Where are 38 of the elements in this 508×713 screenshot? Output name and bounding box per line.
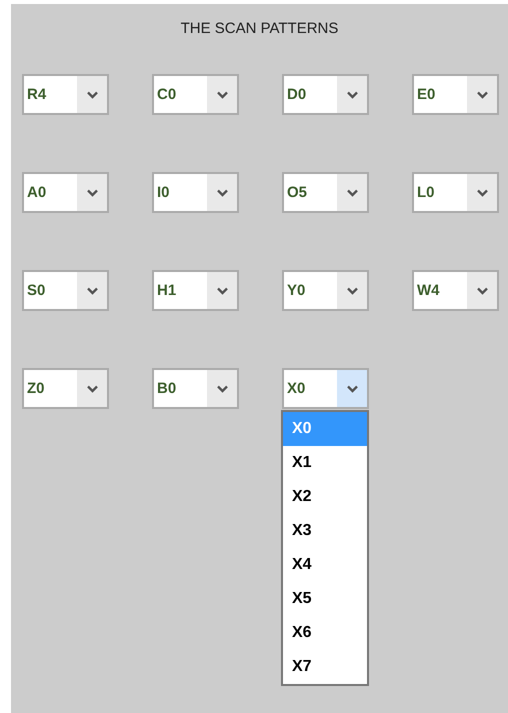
dropdown-option[interactable]: X3 [283, 514, 367, 548]
dropdown[interactable]: R4 [22, 74, 109, 115]
dropdown-option[interactable]: X6 [283, 616, 367, 650]
dropdown-option[interactable]: X7 [283, 650, 367, 684]
dropdown[interactable]: E0 [412, 74, 499, 115]
panel-title: THE SCAN PATTERNS [180, 19, 340, 39]
dropdown-option[interactable]: X2 [283, 480, 367, 514]
dropdown-option[interactable]: X4 [283, 548, 367, 582]
chevron-down-icon [216, 286, 228, 294]
chevron-down-icon [346, 90, 358, 98]
dropdown-option[interactable]: X5 [283, 582, 367, 616]
chevron-down-icon [476, 188, 488, 196]
chevron-down-icon [86, 188, 98, 196]
dropdown[interactable]: L0 [412, 172, 499, 213]
chevron-down-icon [86, 90, 98, 98]
chevron-down-icon [346, 384, 358, 392]
dropdown[interactable]: I0 [152, 172, 239, 213]
dropdown[interactable]: W4 [412, 270, 499, 311]
dropdown[interactable]: H1 [152, 270, 239, 311]
chevron-down-icon [86, 384, 98, 392]
dropdown[interactable]: Z0 [22, 368, 109, 409]
chevron-down-icon [476, 286, 488, 294]
chevron-down-icon [86, 286, 98, 294]
dropdown[interactable]: B0 [152, 368, 239, 409]
chevron-down-icon [216, 384, 228, 392]
dropdown[interactable]: Y0 [282, 270, 369, 311]
dropdown[interactable]: C0 [152, 74, 239, 115]
dropdown[interactable]: D0 [282, 74, 369, 115]
chevron-down-icon [216, 90, 228, 98]
dropdown[interactable]: S0 [22, 270, 109, 311]
chevron-down-icon [476, 90, 488, 98]
chevron-down-icon [346, 286, 358, 294]
chevron-down-icon [346, 188, 358, 196]
dropdown[interactable]: A0 [22, 172, 109, 213]
dropdown[interactable]: O5 [282, 172, 369, 213]
dropdown-option[interactable]: X1 [283, 446, 367, 480]
dropdown[interactable]: X0 [282, 368, 369, 409]
chevron-down-icon [216, 188, 228, 196]
